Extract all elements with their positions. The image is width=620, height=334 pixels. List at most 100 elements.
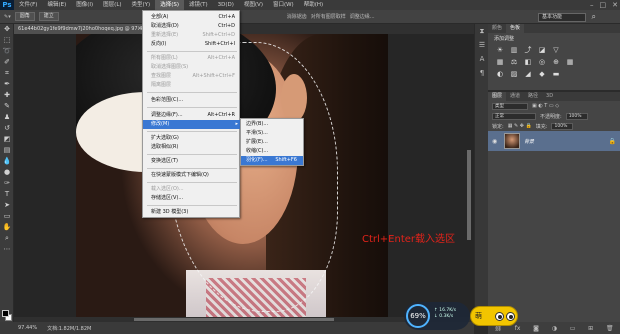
kind-filter-select[interactable]: 类型 [492,102,528,110]
history-brush-tool-icon[interactable]: ↺ [0,123,14,134]
menu-type[interactable]: 类型(Y) [127,0,156,10]
menu-help[interactable]: 帮助(H) [299,0,328,10]
scroll-thumb[interactable] [134,318,334,321]
menu-item-all[interactable]: 全部(A) Ctrl+A [143,13,241,22]
adjustment-layer-icon[interactable]: ◑ [552,325,557,332]
tab-swatches[interactable]: 色板 [506,24,525,33]
canvas-area[interactable]: Ctrl+Enter载入选区 [14,34,474,322]
foreground-color-swatch[interactable] [2,310,9,317]
submenu-item-feather[interactable]: 羽化(F)... Shift+F6 [241,156,303,165]
brush-tool-icon[interactable]: ✎ [0,101,14,112]
menu-item-isolate-layers[interactable]: 隔离图层 [143,81,241,90]
history-panel-icon[interactable]: ⧗ [475,24,489,38]
network-speed-widget[interactable]: 69% ↑ 16.7K/s ↓ 0.3K/s [404,302,470,330]
posterize-icon[interactable]: ▨ [510,70,518,78]
menu-item-similar[interactable]: 选取相似(R) [143,143,241,152]
menu-image[interactable]: 图像(I) [71,0,98,10]
menu-item-reselect[interactable]: 重新选择(E) Shift+Ctrl+D [143,31,241,40]
blur-tool-icon[interactable]: 💧 [0,156,14,167]
add-mask-icon[interactable]: ◙ [533,325,539,332]
document-tab[interactable]: 61e44b02gy1fe9f9dmw7j20ho0hoqeq.jpg @ 97… [14,24,142,34]
menu-item-new-3d-model[interactable]: 新建 3D 模型(3) [143,208,241,217]
stamp-tool-icon[interactable]: ♟ [0,112,14,123]
eraser-tool-icon[interactable]: ◩ [0,134,14,145]
properties-panel-icon[interactable]: ☰ [475,38,489,52]
marquee-tool-icon[interactable]: ⬚ [0,35,14,46]
submenu-item-expand[interactable]: 扩展(E)... [241,138,303,147]
blend-mode-select[interactable]: 正常 [492,112,536,120]
antialias-label[interactable]: 消除锯齿 [287,13,307,20]
hue-saturation-icon[interactable]: ▦ [496,58,504,66]
lock-icons[interactable]: ▦ ✎ ✥ 🔒 [508,123,532,129]
tab-color[interactable]: 颜色 [488,24,506,33]
submenu-item-smooth[interactable]: 平滑(S)... [241,129,303,138]
minimize-icon[interactable]: – [590,1,594,9]
dodge-tool-icon[interactable]: ● [0,167,14,178]
menu-window[interactable]: 窗口(W) [268,0,299,10]
refine-edge-button[interactable]: 调整边缘... [350,13,375,20]
type-tool-icon[interactable]: T [0,189,14,200]
eyedropper-tool-icon[interactable]: ✒ [0,79,14,90]
menu-select[interactable]: 选择(S) [155,0,184,10]
paragraph-panel-icon[interactable]: ¶ [475,66,489,80]
create-button[interactable]: 建立 [38,12,59,21]
document-info[interactable]: 文档:1.82M/1.82M [47,325,91,332]
photo-filter-icon[interactable]: ◎ [538,58,546,66]
submenu-item-border[interactable]: 边界(B)... [241,120,303,129]
crop-tool-icon[interactable]: ⌗ [0,68,14,79]
character-panel-icon[interactable]: A [475,52,489,66]
search-icon[interactable]: ⌕ [592,12,596,22]
mode-select[interactable]: 圆角 [14,12,35,21]
menu-item-deselect-layers[interactable]: 取消选择图层(S) [143,63,241,72]
new-layer-icon[interactable]: ⊞ [588,325,593,332]
path-select-tool-icon[interactable]: ➤ [0,200,14,211]
restore-icon[interactable]: □ [600,1,607,9]
hand-tool-icon[interactable]: ✋ [0,222,14,233]
color-lookup-icon[interactable]: ▦ [566,58,574,66]
menu-edit[interactable]: 编辑(E) [42,0,71,10]
tab-3d[interactable]: 3D [542,92,557,101]
menu-item-quick-mask[interactable]: 在快速蒙版模式下编辑(Q) [143,171,241,180]
menu-item-refine-edge[interactable]: 调整边缘(F)... Alt+Ctrl+R [143,111,241,120]
shape-tool-icon[interactable]: ▭ [0,211,14,222]
curves-icon[interactable]: ⤴ [524,46,532,54]
tab-channels[interactable]: 通道 [506,92,524,101]
opacity-input[interactable]: 100% [565,112,588,120]
brightness-icon[interactable]: ☀ [496,46,504,54]
fill-input[interactable]: 100% [551,122,574,130]
tool-preset-icon[interactable]: ✎▾ [4,14,11,20]
pen-tool-icon[interactable]: ✑ [0,178,14,189]
levels-icon[interactable]: ▥ [510,46,518,54]
menu-view[interactable]: 视图(V) [239,0,268,10]
threshold-icon[interactable]: ◢ [524,70,532,78]
exposure-icon[interactable]: ◪ [538,46,546,54]
delete-layer-icon[interactable]: 🗑 [606,325,614,332]
zoom-tool-icon[interactable]: ⌕ [0,233,14,244]
healing-tool-icon[interactable]: ✚ [0,90,14,101]
menu-3d[interactable]: 3D(D) [213,0,239,10]
layer-item-background[interactable]: ◉ 背景 🔒 [488,131,620,151]
vertical-scrollbar[interactable] [467,150,471,240]
menu-file[interactable]: 文件(F) [14,0,42,10]
black-white-icon[interactable]: ◧ [524,58,532,66]
invert-icon[interactable]: ◐ [496,70,504,78]
submenu-item-contract[interactable]: 收缩(C)... [241,147,303,156]
filter-icons[interactable]: ▣ ◐ T ▭ ◇ [532,103,559,109]
menu-item-inverse[interactable]: 反向(I) Shift+Ctrl+I [143,40,241,49]
lasso-tool-icon[interactable]: ➰ [0,46,14,57]
move-tool-icon[interactable]: ✥ [0,24,14,35]
menu-item-find-layers[interactable]: 查找图层 Alt+Shift+Ctrl+F [143,72,241,81]
workspace-select[interactable]: 基本功能 [538,13,586,22]
menu-item-grow[interactable]: 扩大选取(G) [143,134,241,143]
tab-paths[interactable]: 路径 [524,92,542,101]
sample-all-layers-label[interactable]: 对所有图层取样 [311,13,346,20]
quick-select-tool-icon[interactable]: ✐ [0,57,14,68]
gradient-map-icon[interactable]: ▬ [552,70,560,78]
close-icon[interactable]: ✕ [612,1,618,9]
layer-style-icon[interactable]: fx [515,325,521,332]
tab-layers[interactable]: 图层 [488,92,507,101]
selective-color-icon[interactable]: ◆ [538,70,546,78]
mascot-widget[interactable]: 萌 [470,306,518,326]
menu-item-save-selection[interactable]: 存储选区(V)... [143,194,241,203]
color-balance-icon[interactable]: ⚖ [510,58,518,66]
